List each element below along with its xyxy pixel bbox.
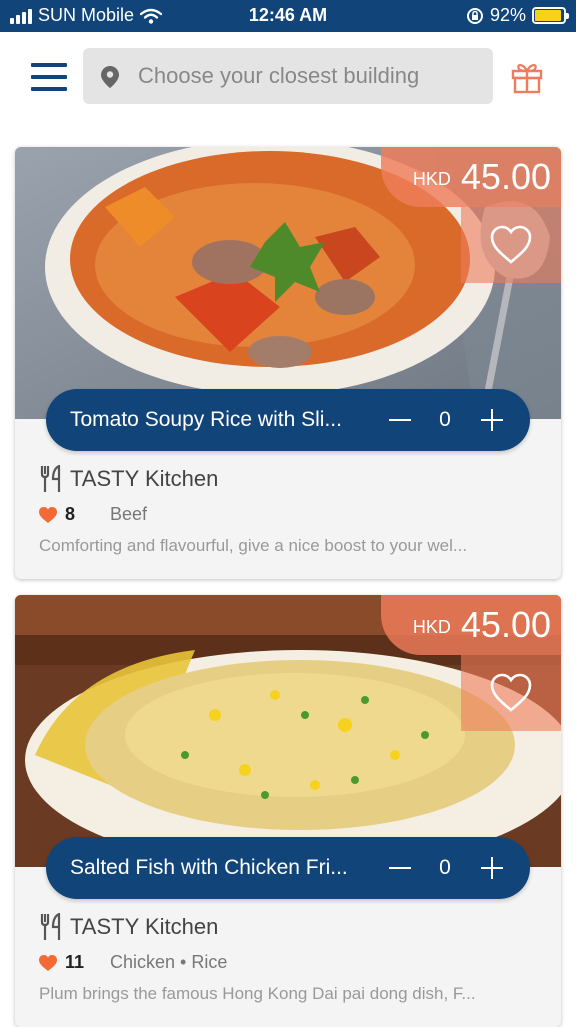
price-tag: HKD 45.00 — [381, 595, 561, 655]
kitchen-row: TASTY Kitchen — [40, 913, 218, 941]
status-bar: SUN Mobile 12:46 AM 92% — [0, 0, 576, 32]
like-count: 11 — [65, 952, 85, 972]
price-currency: HKD — [412, 168, 451, 189]
dish-description: Plum brings the famous Hong Kong Dai pai… — [39, 984, 476, 1003]
dish-card[interactable]: HKD 45.00 Tomato Soupy Rice with Sli... … — [15, 147, 561, 579]
meta-row: 11 Chicken • Rice — [39, 952, 227, 973]
menu-icon[interactable] — [31, 63, 67, 91]
price-amount: 45.00 — [460, 604, 551, 645]
status-right: 92% — [466, 5, 569, 26]
rotation-lock-icon — [466, 7, 483, 24]
gift-icon[interactable] — [510, 60, 544, 94]
price-amount: 45.00 — [460, 156, 551, 197]
battery-icon — [532, 7, 569, 24]
dish-description: Comforting and flavourful, give a nice b… — [39, 536, 468, 555]
favorite-button[interactable] — [461, 207, 561, 283]
quantity-value: 0 — [439, 856, 451, 879]
battery-percent: 92% — [489, 5, 526, 25]
heart-icon — [39, 954, 57, 971]
heart-outline-icon — [490, 673, 532, 712]
decrease-quantity-button[interactable] — [386, 404, 414, 436]
dish-name[interactable]: Salted Fish with Chicken Fri... — [70, 856, 370, 880]
price-currency: HKD — [412, 616, 451, 637]
dish-tags: Chicken • Rice — [110, 952, 228, 972]
utensils-icon — [40, 913, 61, 940]
favorite-button[interactable] — [461, 655, 561, 731]
kitchen-name[interactable]: TASTY Kitchen — [70, 914, 218, 940]
dish-name[interactable]: Tomato Soupy Rice with Sli... — [70, 408, 370, 432]
dish-card[interactable]: HKD 45.00 Salted Fish with Chicken Fri..… — [15, 595, 561, 1027]
heart-icon — [39, 506, 57, 523]
increase-quantity-button[interactable] — [478, 404, 506, 436]
price-tag: HKD 45.00 — [381, 147, 561, 207]
battery-fill — [535, 10, 561, 21]
meta-row: 8 Beef — [39, 504, 147, 525]
dish-order-bar: Tomato Soupy Rice with Sli... 0 — [46, 389, 530, 451]
dish-tags: Beef — [110, 504, 148, 524]
decrease-quantity-button[interactable] — [386, 852, 414, 884]
building-search[interactable] — [83, 48, 493, 104]
dish-order-bar: Salted Fish with Chicken Fri... 0 — [46, 837, 530, 899]
heart-outline-icon — [490, 225, 532, 264]
utensils-icon — [40, 465, 61, 492]
quantity-value: 0 — [439, 408, 451, 431]
like-count: 8 — [65, 504, 76, 524]
search-input[interactable] — [138, 48, 483, 104]
location-pin-icon — [101, 66, 119, 88]
increase-quantity-button[interactable] — [478, 852, 506, 884]
kitchen-name[interactable]: TASTY Kitchen — [70, 466, 218, 492]
kitchen-row: TASTY Kitchen — [40, 465, 218, 493]
